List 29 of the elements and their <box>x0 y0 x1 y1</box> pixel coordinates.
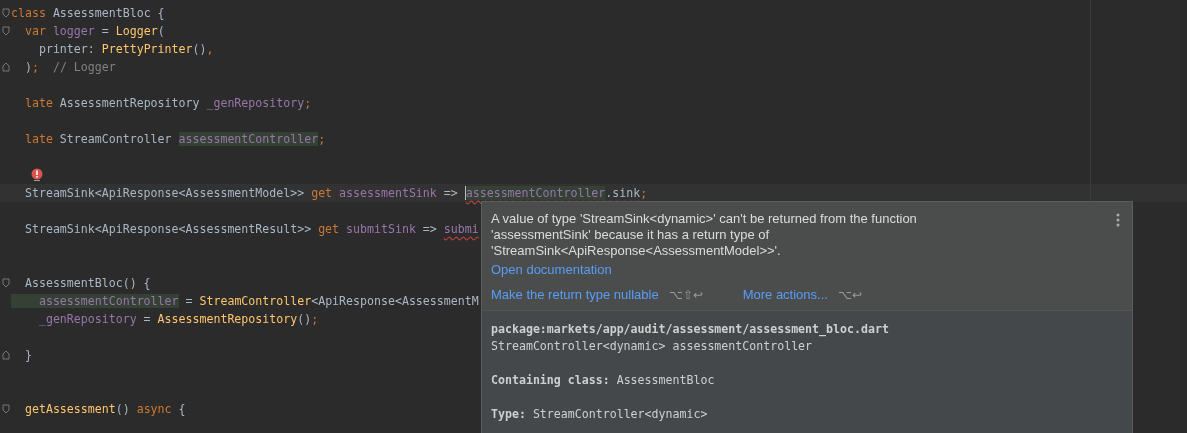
quick-fix-link[interactable]: More actions... <box>742 287 828 302</box>
doc-detail: Containing class: AssessmentBloc <box>491 372 716 389</box>
fold-icon[interactable] <box>1 350 10 360</box>
more-options-icon[interactable] <box>1116 213 1120 227</box>
error-message: A value of type 'StreamSink<dynamic>' can't be returned from the function 'assessmentSink' because it has a return type of 'StreamSink<ApiResponse<AssessmentModel>>'. <box>491 211 918 259</box>
code-line: printer: PrettyPrinter(), <box>37 41 214 58</box>
declaration-signature: StreamController<dynamic> assessmentController <box>491 338 814 355</box>
code-line: late AssessmentRepository _genRepository; <box>23 95 312 112</box>
error-icon[interactable] <box>31 168 43 182</box>
code-line: StreamSink<ApiResponse<AssessmentResult>> get submitSink => submi <box>23 221 479 238</box>
code-line: assessmentController = StreamController<ApiResponse<AssessmentM <box>11 292 479 310</box>
code-line: StreamSink<ApiResponse<AssessmentModel>> get assessmentSink => assessmentController.sink; <box>23 185 648 202</box>
code-line: _genRepository = AssessmentRepository(); <box>37 311 319 328</box>
code-line: AssessmentBloc() { <box>23 275 151 292</box>
shortcut-hint: ⌥⇧↩ <box>668 287 703 302</box>
documentation-link[interactable]: Open documentation <box>491 262 1092 277</box>
code-line: ); // Logger <box>23 59 116 76</box>
doc-detail: Type: StreamController<dynamic> <box>491 406 709 423</box>
code-line: class AssessmentBloc { <box>11 5 165 22</box>
fold-icon[interactable] <box>1 62 10 72</box>
fold-icon[interactable] <box>1 278 10 288</box>
code-line: } <box>23 347 32 364</box>
code-line: getAssessment() async { <box>23 401 186 418</box>
quick-fix-link[interactable]: Make the return type nullable <box>491 287 659 302</box>
file-path: package:markets/app/audit/assessment/assessment_bloc.dart <box>491 321 890 338</box>
code-line: late StreamController assessmentController; <box>23 131 326 148</box>
shortcut-hint: ⌥↩ <box>837 287 862 302</box>
fold-icon[interactable] <box>1 404 10 414</box>
code-line: var logger = Logger( <box>23 23 165 40</box>
